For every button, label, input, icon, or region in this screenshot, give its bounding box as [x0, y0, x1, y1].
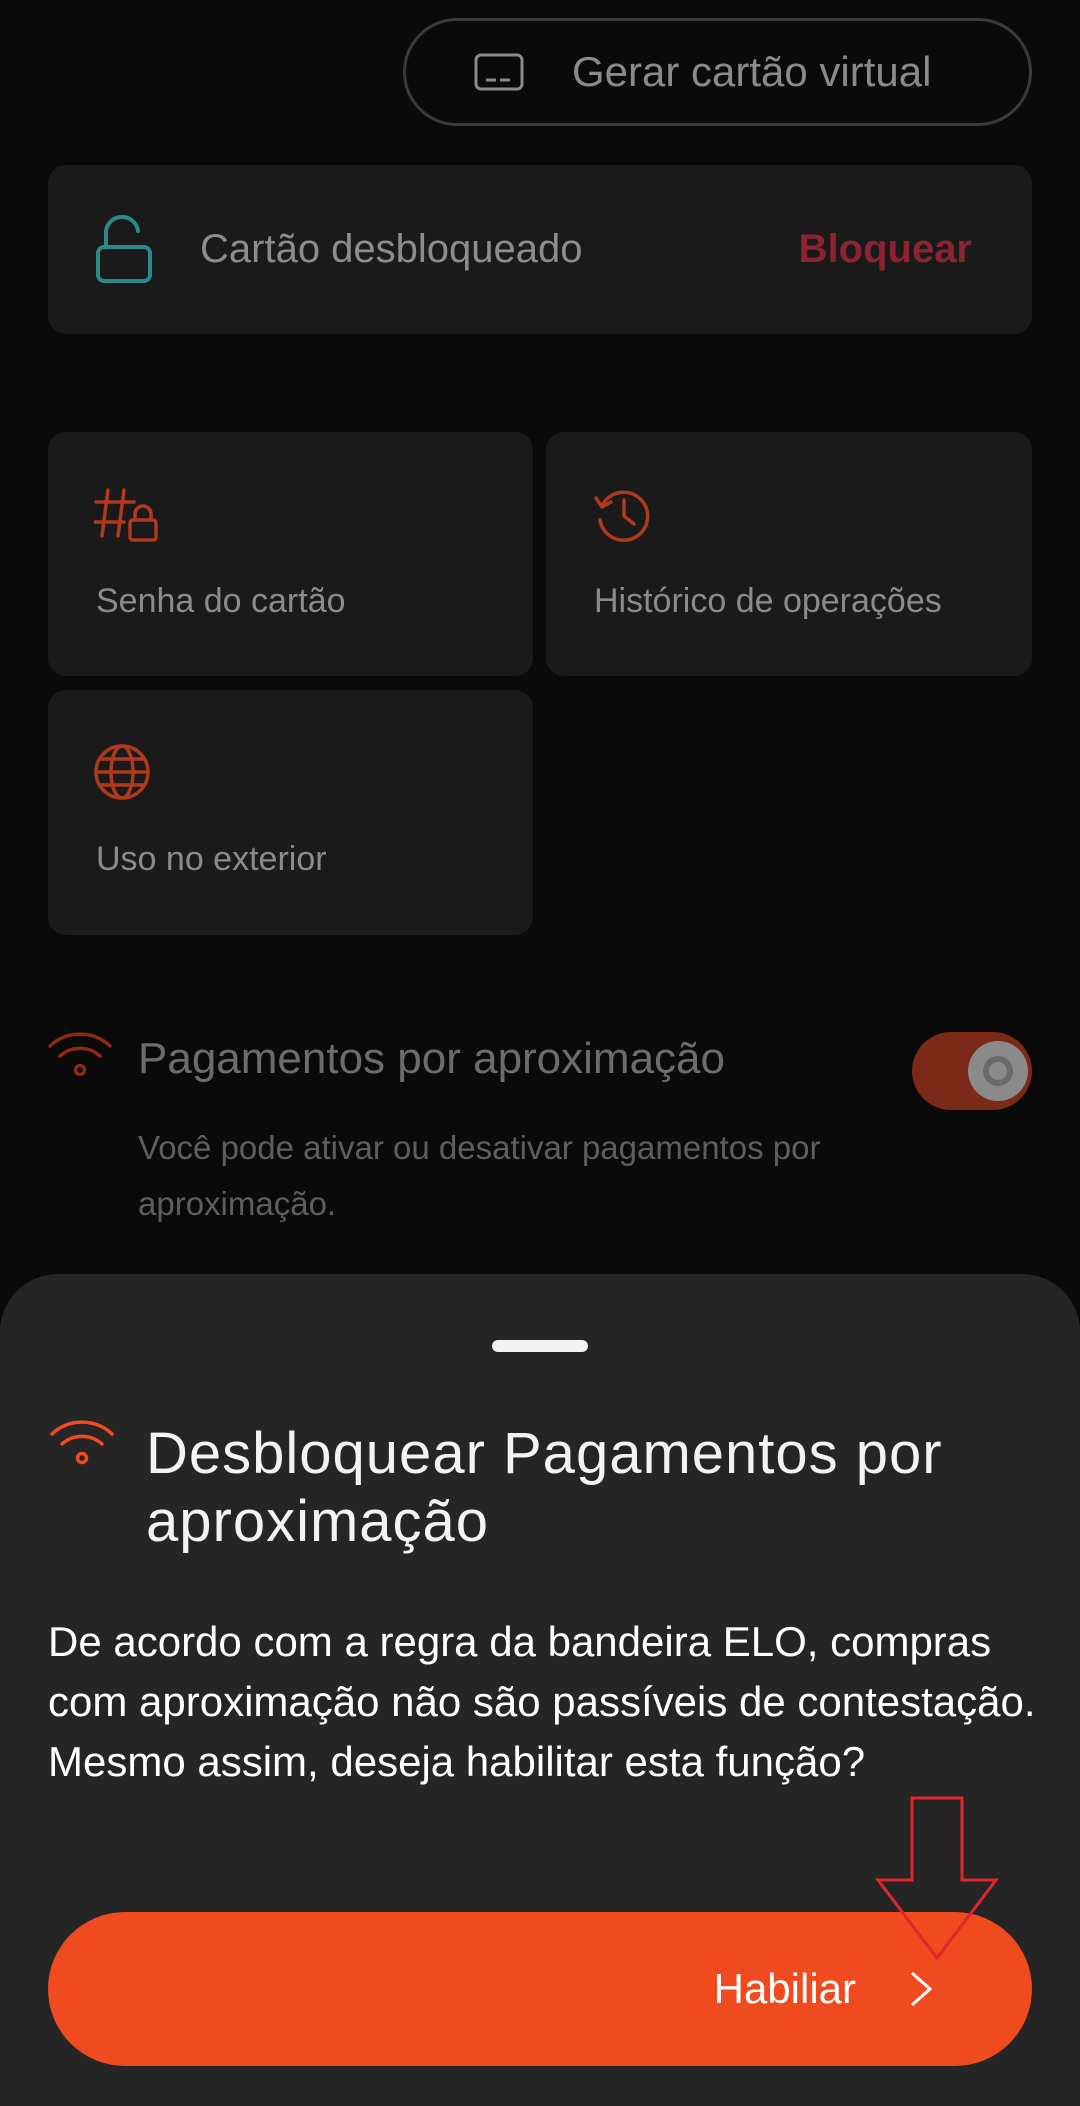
- contactless-description: Você pode ativar ou desativar pagamentos…: [138, 1129, 821, 1222]
- generate-virtual-card-button[interactable]: Gerar cartão virtual: [403, 18, 1032, 126]
- enable-button-label: Habiliar: [713, 1965, 856, 2012]
- sheet-body-text: De acordo com a regra da bandeira ELO, c…: [48, 1618, 1036, 1785]
- toggle-knob: [968, 1041, 1028, 1101]
- annotation-arrow-down-icon: [874, 1796, 1000, 1961]
- contactless-toggle[interactable]: [912, 1032, 1032, 1110]
- contactless-payments-row: Pagamentos por aproximação Você pode ati…: [48, 1020, 1032, 1222]
- tile-use-abroad-label: Uso no exterior: [96, 840, 327, 878]
- nfc-icon: [50, 1420, 114, 1465]
- tile-use-abroad[interactable]: Uso no exterior: [48, 690, 533, 935]
- card-icon: [474, 53, 524, 91]
- globe-icon: [94, 744, 150, 800]
- tile-operations-history[interactable]: Histórico de operações: [546, 432, 1032, 676]
- card-lock-status: Cartão desbloqueado Bloquear: [48, 165, 1032, 334]
- block-card-button[interactable]: Bloquear: [799, 227, 972, 272]
- tile-operations-history-label: Histórico de operações: [594, 582, 942, 620]
- generate-virtual-card-label: Gerar cartão virtual: [572, 48, 932, 95]
- tile-card-password-label: Senha do cartão: [96, 582, 346, 620]
- page: Gerar cartão virtual Cartão desbloqueado…: [0, 0, 1080, 2106]
- card-status-label: Cartão desbloqueado: [200, 227, 583, 271]
- sheet-title: Desbloquear Pagamentos por aproximação: [146, 1421, 943, 1554]
- unlock-icon: [96, 214, 152, 283]
- nfc-icon: [48, 1032, 112, 1077]
- tile-card-password[interactable]: Senha do cartão: [48, 432, 533, 676]
- history-icon: [594, 490, 650, 542]
- hash-lock-icon: [94, 488, 158, 542]
- chevron-right-icon: [911, 1971, 933, 2007]
- contactless-title: Pagamentos por aproximação: [138, 1034, 725, 1083]
- sheet-drag-handle[interactable]: [492, 1340, 588, 1352]
